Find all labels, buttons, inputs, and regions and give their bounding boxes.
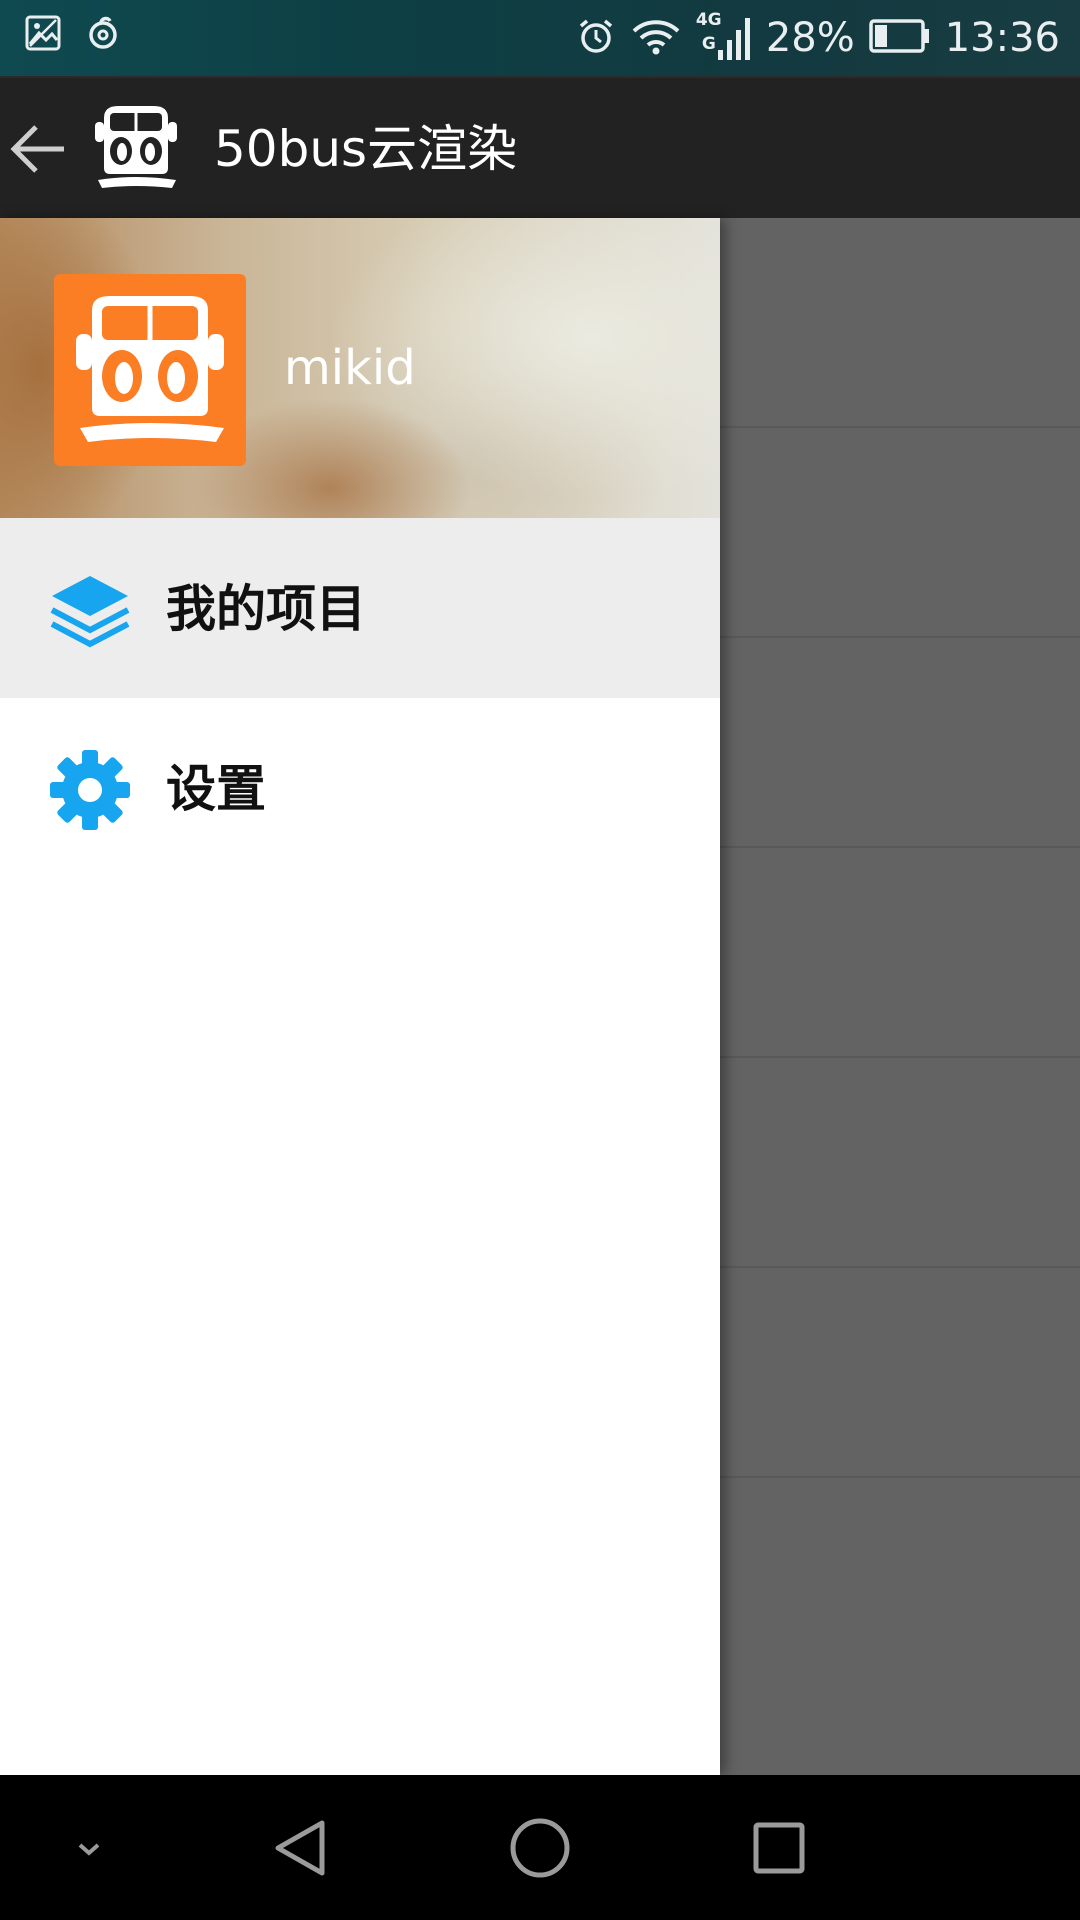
drawer-header: mikid — [0, 218, 720, 518]
back-button[interactable] — [6, 114, 68, 184]
list-divider — [720, 1476, 1080, 1478]
list-divider — [720, 1266, 1080, 1268]
app-bar: 50bus云渲染 — [0, 76, 1080, 218]
drawer-item-settings[interactable]: 设置 — [0, 698, 720, 878]
layers-icon — [48, 568, 132, 652]
list-divider — [720, 426, 1080, 428]
drawer-item-label: 我的项目 — [166, 580, 366, 638]
netease-music-icon — [84, 14, 122, 56]
network-label-g: G — [701, 34, 716, 54]
bus-logo-icon — [84, 96, 188, 200]
gallery-icon — [24, 14, 62, 56]
app-title: 50bus云渲染 — [214, 120, 518, 178]
hide-nav-button[interactable] — [44, 1803, 134, 1893]
status-bar: 4G G 28% 13:36 — [0, 0, 1080, 76]
username: mikid — [284, 340, 416, 396]
home-circle-icon — [510, 1818, 570, 1878]
signal-4g-icon: 4G G — [696, 10, 752, 66]
list-divider — [720, 846, 1080, 848]
list-divider — [720, 1056, 1080, 1058]
wifi-icon — [630, 16, 682, 60]
avatar[interactable] — [54, 274, 246, 466]
system-nav-bar — [0, 1775, 1080, 1920]
status-time: 13:36 — [944, 15, 1060, 61]
battery-icon — [868, 16, 931, 60]
chevron-down-icon — [78, 1843, 100, 1856]
nav-back-button[interactable] — [256, 1803, 346, 1893]
list-divider — [720, 636, 1080, 638]
drawer-item-label: 设置 — [166, 760, 266, 818]
arrow-left-icon — [10, 125, 64, 173]
status-bar-left — [24, 14, 122, 56]
nav-home-button[interactable] — [495, 1803, 585, 1893]
back-triangle-icon — [275, 1820, 325, 1876]
recents-square-icon — [753, 1822, 805, 1874]
drawer-item-my-projects[interactable]: 我的项目 — [0, 518, 720, 698]
bus-logo-icon — [76, 296, 224, 442]
gear-icon — [48, 748, 132, 832]
status-bar-right: 4G G 28% 13:36 — [576, 10, 1060, 66]
navigation-drawer: mikid 我的项目 设置 — [0, 218, 720, 1775]
alarm-icon — [576, 16, 616, 60]
nav-recents-button[interactable] — [734, 1803, 824, 1893]
battery-percent: 28% — [765, 15, 855, 61]
